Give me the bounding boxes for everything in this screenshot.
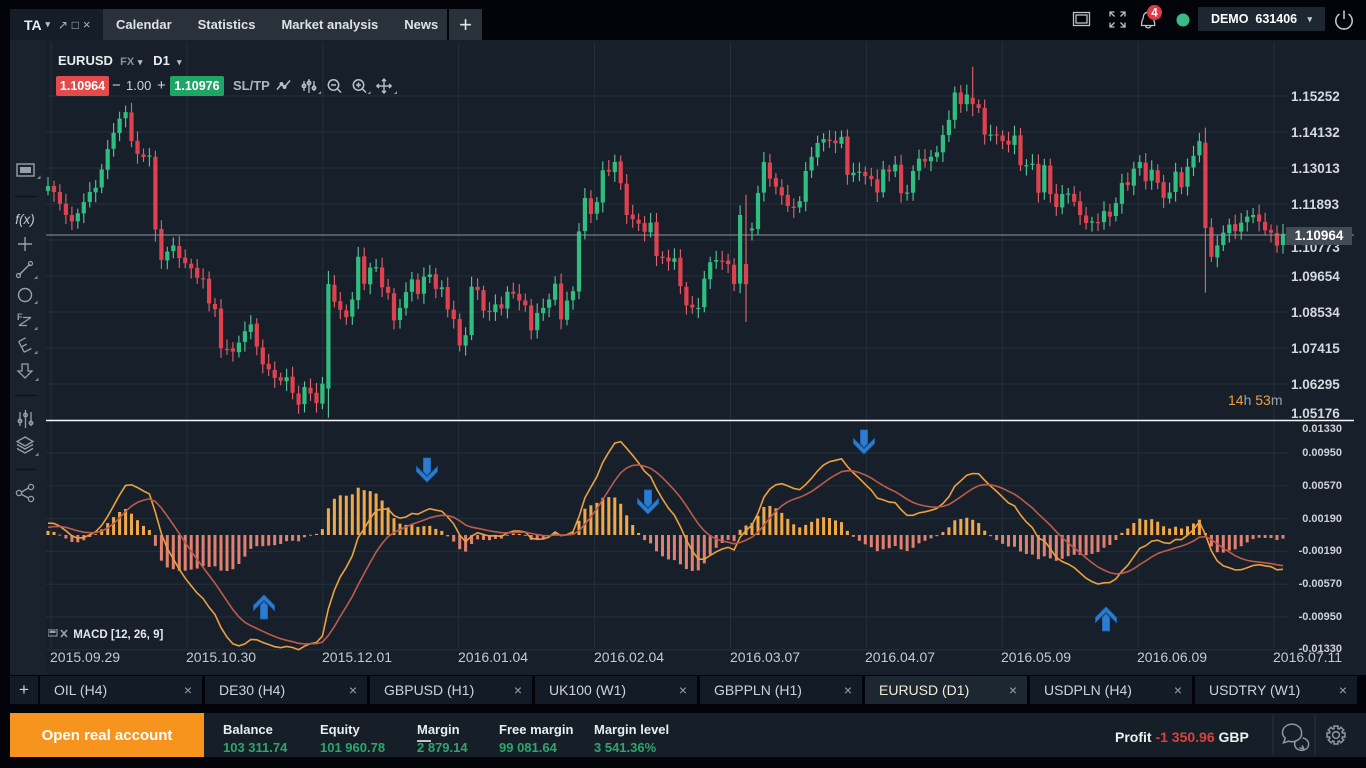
svg-text:F: F [17,312,23,322]
svg-text:f(x): f(x) [15,212,35,227]
svg-text:4: 4 [1151,8,1158,20]
